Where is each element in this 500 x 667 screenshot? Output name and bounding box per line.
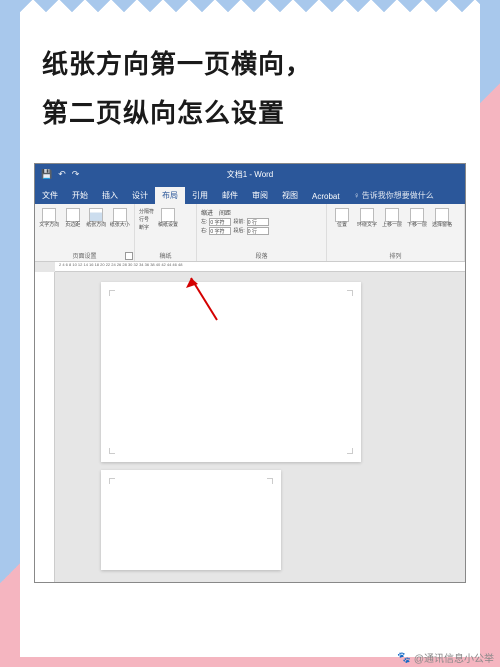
line-numbers-button[interactable]: 行号 xyxy=(139,216,154,223)
size-button[interactable]: 纸张大小 xyxy=(110,208,131,228)
vertical-ruler[interactable] xyxy=(35,272,55,582)
indent-left-input[interactable]: 0 字符 xyxy=(209,218,231,226)
tab-acrobat[interactable]: Acrobat xyxy=(305,189,347,204)
save-icon[interactable]: 💾 xyxy=(41,169,52,180)
group-arrange: 位置 环绕文字 上移一层 下移一层 选择窗格 排列 xyxy=(327,204,465,261)
group-label-paragraph: 段落 xyxy=(201,251,322,261)
group-label-arrange: 排列 xyxy=(331,251,460,261)
margins-button[interactable]: 页边距 xyxy=(63,208,84,228)
watermark: 🐾 @通讯信息小公举 xyxy=(397,650,494,665)
document-title: 文档1 - Word xyxy=(227,169,274,180)
tab-insert[interactable]: 插入 xyxy=(95,187,125,204)
group-label-manuscript: 稿纸 xyxy=(139,251,192,261)
manuscript-settings-button[interactable]: 稿纸设置 xyxy=(157,208,179,228)
group-label-page-setup: 页面设置 xyxy=(39,251,130,261)
undo-icon[interactable]: ↶ xyxy=(58,169,66,180)
orientation-button[interactable]: 纸张方向 xyxy=(86,208,107,228)
ribbon-tabs: 文件 开始 插入 设计 布局 引用 邮件 审阅 视图 Acrobat ♀ 告诉我… xyxy=(35,186,465,204)
breaks-button[interactable]: 分隔符 xyxy=(139,208,154,215)
tab-references[interactable]: 引用 xyxy=(185,187,215,204)
ribbon: 文字方向 页边距 纸张方向 纸张大小 页面设置 分隔符 行号 断字 稿纸设置 xyxy=(35,204,465,262)
tell-me-search[interactable]: ♀ 告诉我你想要做什么 xyxy=(347,187,441,204)
text-direction-button[interactable]: 文字方向 xyxy=(39,208,60,228)
wrap-text-button[interactable]: 环绕文字 xyxy=(356,208,378,228)
spacing-label: 间距 xyxy=(219,208,231,217)
spacing-after-input[interactable]: 0 行 xyxy=(247,227,269,235)
bring-forward-button[interactable]: 上移一层 xyxy=(381,208,403,228)
tab-view[interactable]: 视图 xyxy=(275,187,305,204)
word-screenshot: 💾 ↶ ↷ 文档1 - Word 文件 开始 插入 设计 布局 引用 邮件 审阅… xyxy=(34,163,466,583)
group-page-setup: 文字方向 页边距 纸张方向 纸张大小 页面设置 xyxy=(35,204,135,261)
spacing-before-input[interactable]: 0 行 xyxy=(247,218,269,226)
title-line2: 第二页纵向怎么设置 xyxy=(42,89,458,138)
title-line1: 纸张方向第一页横向， xyxy=(42,40,458,89)
tab-layout[interactable]: 布局 xyxy=(155,187,185,204)
tab-file[interactable]: 文件 xyxy=(35,187,65,204)
group-manuscript: 分隔符 行号 断字 稿纸设置 稿纸 xyxy=(135,204,197,261)
selection-pane-button[interactable]: 选择窗格 xyxy=(431,208,453,228)
horizontal-ruler[interactable]: 2 4 6 8 10 12 14 16 18 20 22 24 26 28 30… xyxy=(55,262,465,272)
indent-right-input[interactable]: 0 字符 xyxy=(209,227,231,235)
indent-label: 缩进 xyxy=(201,208,213,217)
page-1-landscape[interactable] xyxy=(101,282,361,462)
tab-design[interactable]: 设计 xyxy=(125,187,155,204)
redo-icon[interactable]: ↷ xyxy=(72,169,80,180)
position-button[interactable]: 位置 xyxy=(331,208,353,228)
tab-review[interactable]: 审阅 xyxy=(245,187,275,204)
group-paragraph: 缩进 间距 左:0 字符 段前:0 行 右:0 字符 段后:0 行 段落 xyxy=(197,204,327,261)
send-backward-button[interactable]: 下移一层 xyxy=(406,208,428,228)
page-setup-dialog-launcher[interactable] xyxy=(125,252,133,260)
tab-mailings[interactable]: 邮件 xyxy=(215,187,245,204)
article-title: 纸张方向第一页横向， 第二页纵向怎么设置 xyxy=(34,18,466,157)
paw-icon: 🐾 xyxy=(397,651,411,664)
hyphenation-button[interactable]: 断字 xyxy=(139,224,154,231)
watermark-text: @通讯信息小公举 xyxy=(414,650,494,665)
document-workspace xyxy=(35,272,465,582)
tab-home[interactable]: 开始 xyxy=(65,187,95,204)
page-2-portrait[interactable] xyxy=(101,470,281,570)
word-titlebar: 💾 ↶ ↷ 文档1 - Word xyxy=(35,164,465,186)
